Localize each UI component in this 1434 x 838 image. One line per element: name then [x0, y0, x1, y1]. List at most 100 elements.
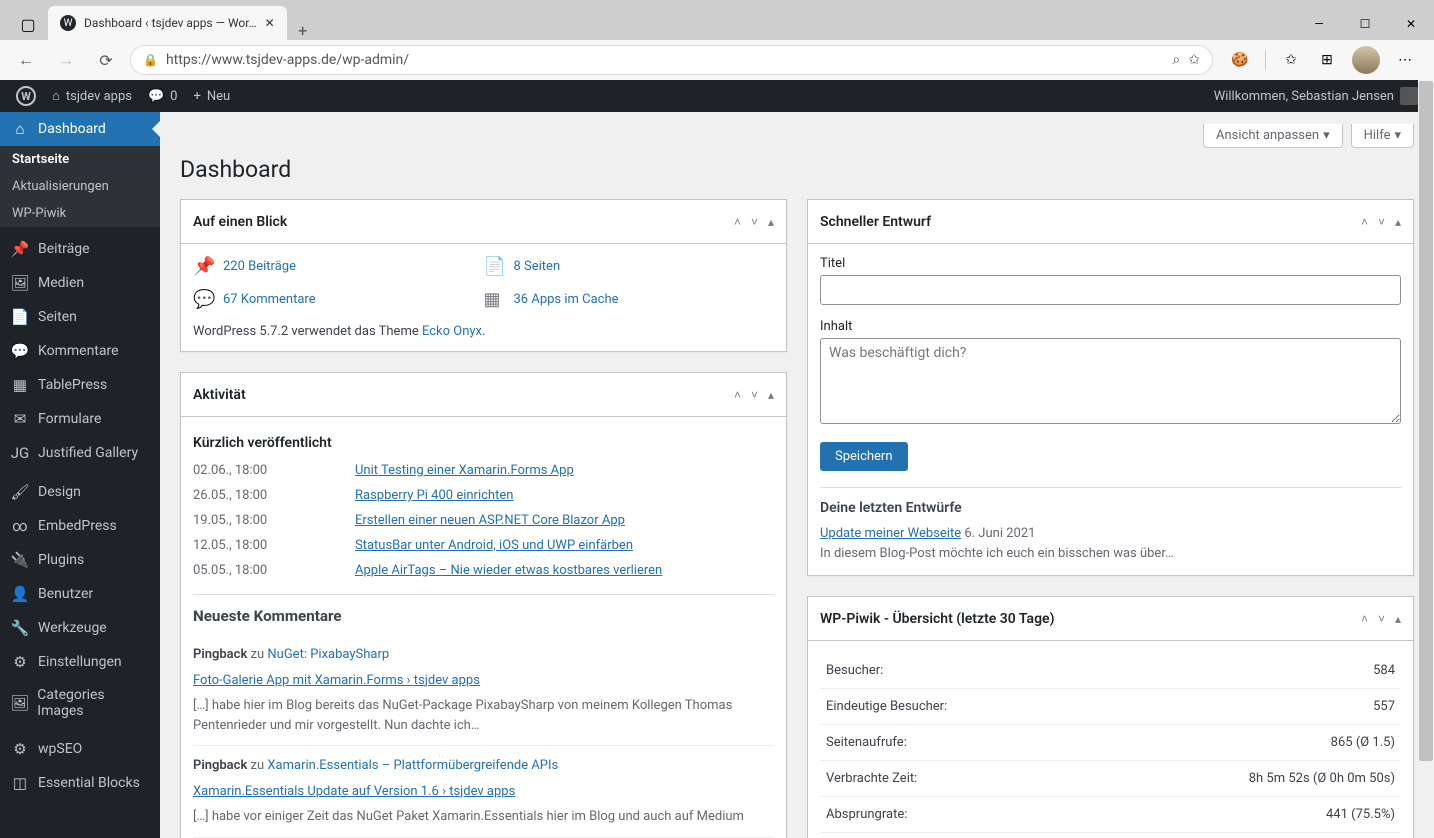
user-menu[interactable]: Willkommen, Sebastian Jensen — [1206, 80, 1426, 112]
maximize-button[interactable]: ☐ — [1342, 8, 1388, 40]
move-up-icon[interactable]: ˄ — [1361, 612, 1368, 626]
sidebar-item-beiträge[interactable]: 📌Beiträge — [0, 232, 160, 266]
sidebar-subitem[interactable]: Startseite — [0, 146, 160, 173]
forward-button[interactable]: → — [50, 44, 82, 76]
posts-link[interactable]: 220 Beiträge — [223, 259, 296, 274]
post-link[interactable]: StatusBar unter Android, iOS und UWP ein… — [355, 538, 633, 553]
draft-content-input[interactable] — [820, 338, 1401, 424]
draft-link[interactable]: Update meiner Webseite — [820, 526, 961, 541]
close-icon[interactable]: ✕ — [265, 16, 275, 30]
menu-label: Plugins — [38, 552, 84, 568]
move-up-icon[interactable]: ˄ — [734, 388, 741, 402]
sidebar-item-werkzeuge[interactable]: 🔧Werkzeuge — [0, 611, 160, 645]
reload-button[interactable]: ⟳ — [90, 44, 122, 76]
tab-bar: ▢ W Dashboard ‹ tsjdev apps — Wor… ✕ + —… — [0, 0, 1434, 40]
menu-icon: 🖌 — [10, 483, 30, 501]
post-link[interactable]: Raspberry Pi 400 einrichten — [355, 488, 513, 503]
toggle-icon[interactable]: ▴ — [1395, 612, 1401, 626]
sidebar-item-plugins[interactable]: 🔌Plugins — [0, 543, 160, 577]
key-icon[interactable]: ⌕ — [1172, 52, 1180, 68]
back-button[interactable]: ← — [10, 44, 42, 76]
toggle-icon[interactable]: ▴ — [768, 388, 774, 402]
post-date: 19.05., 18:00 — [193, 513, 343, 528]
apps-link[interactable]: 36 Apps im Cache — [514, 292, 619, 307]
close-window-button[interactable]: ✕ — [1388, 8, 1434, 40]
wp-version: WordPress 5.7.2 verwendet das Theme Ecko… — [193, 324, 774, 339]
tab-actions-icon[interactable]: ▢ — [8, 8, 48, 40]
comment-on-link[interactable]: Xamarin.Essentials – Plattformübergreife… — [267, 758, 558, 773]
favorite-icon[interactable]: ✩ — [1188, 52, 1200, 68]
activity-row: 02.06., 18:00 Unit Testing einer Xamarin.… — [193, 463, 774, 478]
comment-from-link[interactable]: Xamarin.Essentials Update auf Version 1.… — [193, 782, 774, 802]
cookie-icon[interactable]: 🍪 — [1229, 49, 1251, 71]
save-button[interactable]: Speichern — [820, 442, 908, 471]
sidebar-item-einstellungen[interactable]: ⚙Einstellungen — [0, 645, 160, 679]
drafts-title: Deine letzten Entwürfe — [820, 500, 1401, 516]
stats-value: 584 — [1086, 653, 1401, 689]
comment-on-link[interactable]: NuGet: PixabaySharp — [267, 647, 389, 662]
wp-logo[interactable]: W — [8, 80, 44, 112]
browser-tab[interactable]: W Dashboard ‹ tsjdev apps — Wor… ✕ — [48, 6, 287, 40]
wp-adminbar: W ⌂ tsjdev apps 💬 0 + Neu Willkommen, Se… — [0, 80, 1434, 112]
move-up-icon[interactable]: ˄ — [1361, 215, 1368, 229]
main-content: Ansicht anpassen ▾ Hilfe ▾ Dashboard Auf… — [160, 112, 1434, 838]
profile-avatar[interactable] — [1352, 46, 1380, 74]
new-link[interactable]: + Neu — [185, 80, 238, 112]
collections-icon[interactable]: ⊞ — [1316, 49, 1338, 71]
pages-link[interactable]: 8 Seiten — [514, 259, 561, 274]
sidebar-item-wpseo[interactable]: ⚙wpSEO — [0, 732, 160, 766]
post-date: 26.05., 18:00 — [193, 488, 343, 503]
post-link[interactable]: Apple AirTags – Nie wieder etwas kostbar… — [355, 563, 662, 578]
sidebar-item-benutzer[interactable]: 👤Benutzer — [0, 577, 160, 611]
post-link[interactable]: Unit Testing einer Xamarin.Forms App — [355, 463, 574, 478]
menu-label: Werkzeuge — [38, 620, 107, 636]
toggle-icon[interactable]: ▴ — [768, 215, 774, 229]
new-label: Neu — [207, 89, 230, 104]
post-link[interactable]: Erstellen einer neuen ASP.NET Core Blazo… — [355, 513, 625, 528]
sidebar-item-embedpress[interactable]: ∞EmbedPress — [0, 509, 160, 543]
favorites-icon[interactable]: ✩ — [1280, 49, 1302, 71]
move-down-icon[interactable]: ˅ — [1378, 215, 1385, 229]
stats-row: Absprungrate:441 (75.5%) — [820, 797, 1401, 833]
minimize-button[interactable]: — — [1296, 8, 1342, 40]
screen-options-button[interactable]: Ansicht anpassen ▾ — [1203, 124, 1343, 148]
comments-link[interactable]: 💬 0 — [140, 80, 186, 112]
sidebar-item-formulare[interactable]: ✉Formulare — [0, 402, 160, 436]
toggle-icon[interactable]: ▴ — [1395, 215, 1401, 229]
title-label: Titel — [820, 256, 1401, 271]
sidebar-item-design[interactable]: 🖌Design — [0, 475, 160, 509]
sidebar-item-seiten[interactable]: 📄Seiten — [0, 300, 160, 334]
theme-link[interactable]: Ecko Onyx — [422, 324, 482, 339]
move-up-icon[interactable]: ˄ — [734, 215, 741, 229]
sidebar-item-categories-images[interactable]: 🖼Categories Images — [0, 679, 160, 727]
activity-row: 05.05., 18:00 Apple AirTags – Nie wieder … — [193, 563, 774, 578]
comment-item: Pingback zu Xamarin.Essentials – Plattfo… — [193, 746, 774, 838]
sidebar-item-kommentare[interactable]: 💬Kommentare — [0, 334, 160, 368]
comments-link[interactable]: 67 Kommentare — [223, 292, 316, 307]
piwik-table: Besucher:584Eindeutige Besucher:557Seite… — [820, 653, 1401, 833]
sidebar-item-essential-blocks[interactable]: ◫Essential Blocks — [0, 766, 160, 800]
post-date: 02.06., 18:00 — [193, 463, 343, 478]
move-down-icon[interactable]: ˅ — [1378, 612, 1385, 626]
comment-from-link[interactable]: Foto-Galerie App mit Xamarin.Forms › tsj… — [193, 671, 774, 691]
sidebar-subitem[interactable]: Aktualisierungen — [0, 173, 160, 200]
sidebar-item-justified-gallery[interactable]: JGJustified Gallery — [0, 436, 160, 470]
move-down-icon[interactable]: ˅ — [751, 388, 758, 402]
tab-title: Dashboard ‹ tsjdev apps — Wor… — [84, 16, 257, 30]
scrollbar[interactable] — [1418, 80, 1434, 838]
sidebar-subitem[interactable]: WP-Piwik — [0, 200, 160, 227]
draft-title-input[interactable] — [820, 275, 1401, 305]
site-link[interactable]: ⌂ tsjdev apps — [44, 80, 140, 112]
new-tab-button[interactable]: + — [287, 21, 319, 40]
sidebar-item-dashboard[interactable]: ⌂Dashboard — [0, 112, 160, 146]
help-button[interactable]: Hilfe ▾ — [1351, 124, 1414, 148]
sidebar-item-medien[interactable]: 🖼Medien — [0, 266, 160, 300]
menu-icon: ▦ — [10, 376, 30, 394]
more-icon[interactable]: ⋯ — [1394, 49, 1416, 71]
sidebar-item-tablepress[interactable]: ▦TablePress — [0, 368, 160, 402]
move-down-icon[interactable]: ˅ — [751, 215, 758, 229]
post-date: 05.05., 18:00 — [193, 563, 343, 578]
stats-key: Besucher: — [820, 653, 1086, 689]
scrollbar-thumb[interactable] — [1419, 81, 1433, 761]
url-bar[interactable]: 🔒 https://www.tsjdev-apps.de/wp-admin/ ⌕… — [130, 45, 1213, 75]
